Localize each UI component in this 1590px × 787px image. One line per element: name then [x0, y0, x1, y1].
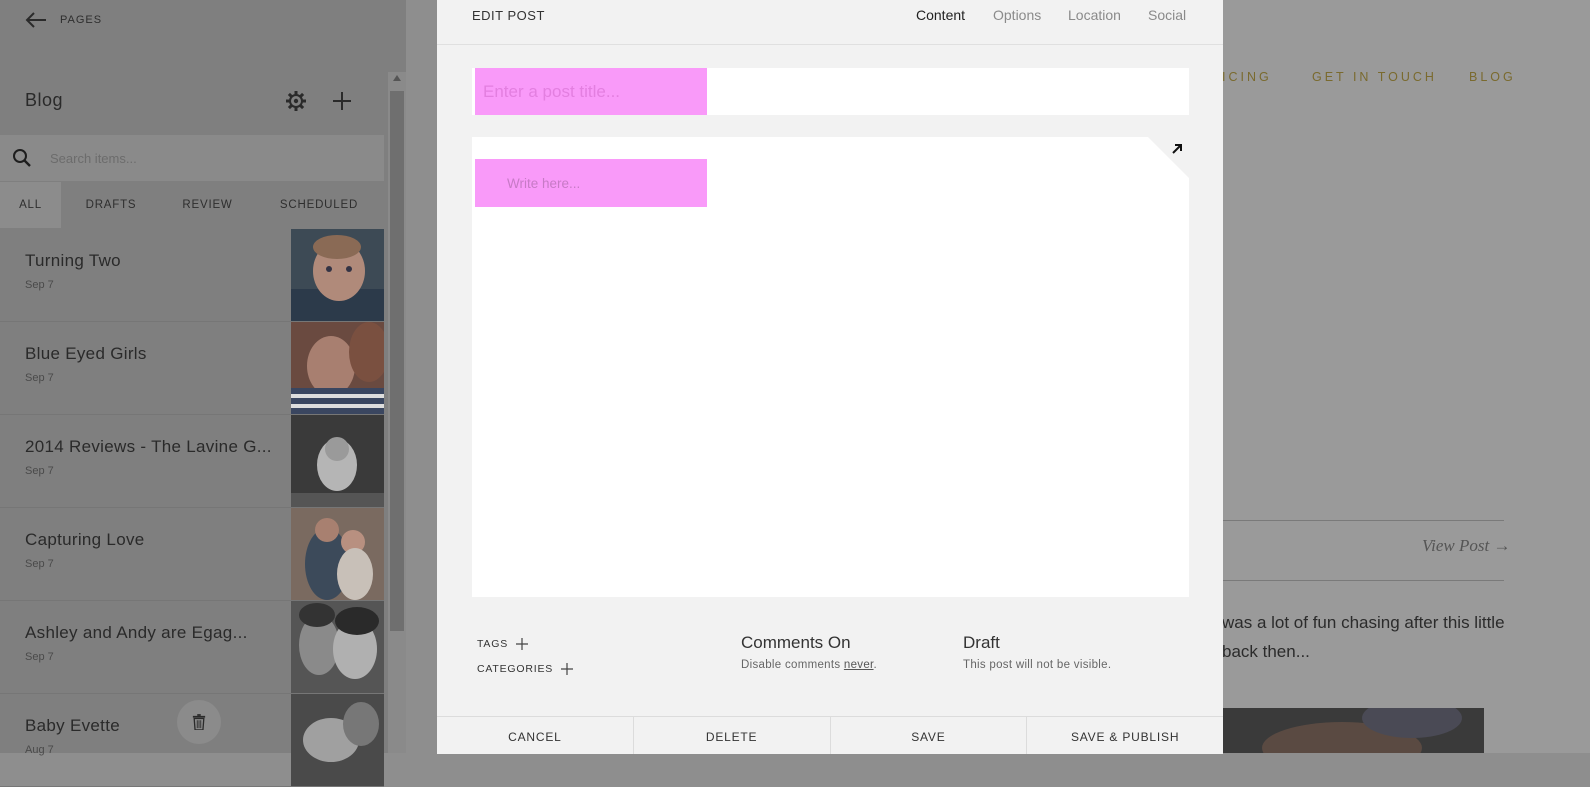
post-title-input[interactable]	[475, 68, 707, 115]
dialog-header: EDIT POST Content Options Location Socia…	[437, 0, 1223, 45]
edit-post-dialog: EDIT POST Content Options Location Socia…	[437, 0, 1223, 754]
delete-item-button[interactable]	[177, 700, 221, 744]
add-post-button[interactable]	[330, 89, 354, 113]
post-title: 2014 Reviews - The Lavine G...	[25, 437, 272, 456]
tags-label: TAGS	[477, 638, 509, 650]
post-body-input[interactable]	[475, 159, 707, 207]
view-post-link[interactable]: View Post →	[1422, 536, 1510, 556]
list-item[interactable]: Turning Two Sep 7	[0, 229, 384, 322]
plus-icon	[333, 92, 351, 110]
dialog-title: EDIT POST	[472, 8, 545, 23]
post-thumbnail	[291, 601, 384, 693]
nav-link-get-in-touch[interactable]: GET IN TOUCH	[1312, 70, 1437, 84]
list-item[interactable]: Capturing Love Sep 7	[0, 508, 384, 601]
search-bar	[0, 135, 384, 181]
dialog-footer: CANCEL DELETE SAVE SAVE & PUBLISH	[437, 716, 1223, 754]
post-title: Capturing Love	[25, 530, 145, 549]
post-thumbnail	[291, 694, 384, 786]
comments-sub-prefix: Disable comments	[741, 659, 844, 671]
post-thumbnail	[291, 229, 384, 321]
nav-link-pricing[interactable]: ICING	[1222, 70, 1272, 84]
filter-tabs: ALL DRAFTS REVIEW SCHEDULED	[0, 182, 384, 228]
pages-sidebar: PAGES Blog ALL DRAFTS REVIEW SCHED	[0, 0, 406, 787]
post-status-description: This post will not be visible.	[963, 659, 1112, 671]
post-thumbnail	[291, 508, 384, 600]
post-title: Blue Eyed Girls	[25, 344, 147, 363]
divider	[1222, 580, 1504, 581]
tab-review[interactable]: REVIEW	[161, 182, 254, 228]
post-date: Sep 7	[25, 558, 54, 570]
post-excerpt: was a lot of fun chasing after this litt…	[1222, 608, 1582, 666]
gear-icon	[286, 91, 306, 111]
tab-drafts[interactable]: DRAFTS	[61, 182, 161, 228]
post-status[interactable]: Draft	[963, 633, 1000, 653]
post-date: Sep 7	[25, 465, 54, 477]
add-tags-button[interactable]: TAGS	[477, 638, 529, 650]
tab-scheduled[interactable]: SCHEDULED	[254, 182, 384, 228]
post-date: Sep 7	[25, 372, 54, 384]
sidebar-scrollbar[interactable]	[388, 72, 406, 753]
post-date: Sep 7	[25, 651, 54, 663]
plus-icon	[561, 663, 574, 675]
comments-sub-suffix: .	[873, 659, 878, 671]
post-date: Sep 7	[25, 279, 54, 291]
back-label: PAGES	[60, 14, 103, 26]
comments-status[interactable]: Comments On	[741, 633, 851, 653]
search-input[interactable]	[48, 149, 352, 167]
back-to-pages-link[interactable]: PAGES	[24, 10, 102, 30]
divider	[1222, 520, 1504, 521]
scroll-up-arrow-icon[interactable]	[393, 75, 401, 81]
post-title: Baby Evette	[25, 716, 120, 735]
tab-content[interactable]: Content	[916, 7, 965, 23]
plus-icon	[516, 638, 529, 650]
post-image	[1222, 708, 1484, 753]
post-title-field	[472, 68, 1189, 115]
post-body-editor	[472, 137, 1189, 597]
panel-title: Blog	[25, 90, 64, 110]
delete-button[interactable]: DELETE	[633, 717, 831, 754]
list-item[interactable]: Blue Eyed Girls Sep 7	[0, 322, 384, 415]
tab-all[interactable]: ALL	[0, 182, 61, 228]
list-item[interactable]: Ashley and Andy are Egag... Sep 7	[0, 601, 384, 694]
save-and-publish-button[interactable]: SAVE & PUBLISH	[1027, 717, 1223, 754]
expand-editor-button[interactable]	[1169, 141, 1185, 157]
scroll-thumb[interactable]	[390, 91, 404, 631]
save-button[interactable]: SAVE	[830, 717, 1028, 754]
blog-settings-button[interactable]	[284, 89, 308, 113]
excerpt-line: back then...	[1222, 642, 1310, 661]
search-icon	[13, 149, 31, 167]
tab-social[interactable]: Social	[1148, 7, 1186, 23]
list-item[interactable]: 2014 Reviews - The Lavine G... Sep 7	[0, 415, 384, 508]
post-date: Aug 7	[25, 744, 54, 756]
comments-description: Disable comments never.	[741, 659, 877, 671]
cancel-button[interactable]: CANCEL	[437, 717, 634, 754]
post-thumbnail	[291, 415, 384, 507]
tab-options[interactable]: Options	[993, 7, 1041, 23]
site-navigation: ICING GET IN TOUCH BLOG	[1222, 70, 1590, 86]
post-title: Turning Two	[25, 251, 121, 270]
disable-comments-link[interactable]: never	[844, 659, 874, 671]
arrow-left-icon	[25, 12, 46, 28]
categories-label: CATEGORIES	[477, 663, 554, 675]
nav-link-blog[interactable]: BLOG	[1469, 70, 1516, 84]
post-thumbnail	[291, 322, 384, 414]
tab-location[interactable]: Location	[1068, 7, 1121, 23]
site-preview: ICING GET IN TOUCH BLOG View Post → was …	[1222, 0, 1590, 753]
add-categories-button[interactable]: CATEGORIES	[477, 663, 574, 675]
trash-icon	[192, 714, 206, 730]
excerpt-line: was a lot of fun chasing after this litt…	[1222, 613, 1505, 632]
expand-arrow-icon	[1172, 144, 1182, 154]
post-title: Ashley and Andy are Egag...	[25, 623, 248, 642]
